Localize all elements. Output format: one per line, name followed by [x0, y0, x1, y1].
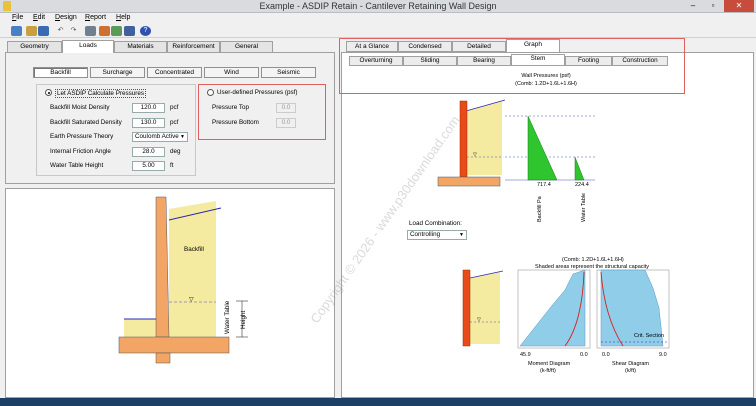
moment-diagram-unit: (k-ft/ft): [540, 368, 556, 374]
menu-report[interactable]: Report: [85, 14, 106, 21]
lower-backfill-area: [470, 272, 500, 344]
shear-diagram-title: Shear Diagram: [612, 361, 649, 367]
user-pressure-label[interactable]: User-defined Pressures (psf): [217, 89, 298, 96]
friction-angle-input[interactable]: 28.0: [132, 147, 165, 157]
window-title: Example - ASDIP Retain - Cantilever Reta…: [259, 1, 497, 11]
sat-density-unit: pcf: [170, 119, 179, 126]
open-icon[interactable]: [26, 26, 37, 36]
pressure-bottom-input[interactable]: 0.0: [276, 118, 296, 128]
calc-pressures-radio[interactable]: [45, 89, 52, 96]
tab-reinforcement[interactable]: Reinforcement: [167, 41, 220, 52]
load-combination-value: Controlling: [410, 231, 441, 238]
subtab-wind[interactable]: Wind: [204, 67, 259, 78]
footing-sketch: [118, 336, 230, 354]
moist-density-label: Backfill Moist Density: [50, 104, 110, 111]
tab-geometry[interactable]: Geometry: [7, 41, 62, 52]
taskbar: [0, 398, 756, 406]
water-table-input[interactable]: 5.00: [132, 161, 165, 171]
pressure-graph-comb: (Comb: 1.2D+1.6L+1.6H): [515, 81, 577, 87]
moist-density-input[interactable]: 120.0: [132, 103, 165, 113]
shear-left-value: 0.0: [602, 352, 610, 358]
redo-icon[interactable]: ↷: [68, 26, 79, 36]
sat-density-input[interactable]: 130.0: [132, 118, 165, 128]
calc-pressures-label[interactable]: Let ASDIP Calculate Pressures: [55, 89, 147, 98]
pressure-theory-value: Coulomb Active: [135, 133, 179, 140]
graph-backfill-area: [466, 101, 502, 175]
friction-angle-unit: deg: [170, 148, 181, 155]
pressure-theory-select[interactable]: Coulomb Active ▼: [132, 132, 188, 142]
sat-density-label: Backfill Saturated Density: [50, 119, 122, 126]
pressure-graph-title: Wall Pressures (psf): [521, 73, 571, 79]
lower-water-symbol: ▽: [477, 317, 481, 323]
key-sketch: [155, 352, 171, 364]
menu-edit[interactable]: Edit: [33, 14, 45, 21]
water-table-symbol: ▽: [189, 297, 194, 303]
chevron-down-icon: ▼: [180, 134, 185, 140]
help-icon[interactable]: ?: [140, 26, 151, 36]
subtab-seismic[interactable]: Seismic: [261, 67, 316, 78]
wall-sketch-panel: ▽ Backfill Water Table Height: [5, 188, 335, 398]
water-pressure-name: Water Table: [581, 192, 587, 222]
graph-footing: [437, 176, 501, 187]
water-pressure-value: 224.4: [575, 182, 589, 188]
report-icon[interactable]: [111, 26, 122, 36]
new-icon[interactable]: [11, 26, 22, 36]
water-table-unit: ft: [170, 162, 174, 169]
wall-sketch: ▽: [118, 196, 248, 364]
stem-design-diagrams: ▽: [462, 269, 670, 349]
moment-diagram-title: Moment Diagram: [528, 361, 571, 367]
menu-bar: File Edit Design Report Help: [0, 13, 756, 25]
title-bar: Example - ASDIP Retain - Cantilever Reta…: [0, 0, 756, 13]
lower-stem: [462, 269, 471, 347]
pressure-top-input[interactable]: 0.0: [276, 103, 296, 113]
backfill-area: [169, 201, 216, 337]
graph-water-symbol: ▽: [473, 152, 477, 158]
toe-soil: [124, 319, 156, 337]
preview-icon[interactable]: [99, 26, 110, 36]
save-icon[interactable]: [38, 26, 49, 36]
settings-icon[interactable]: [124, 26, 135, 36]
crit-section-label: Crit. Section: [634, 333, 664, 339]
shear-right-value: 9.0: [659, 352, 667, 358]
load-combination-select[interactable]: Controlling ▼: [407, 230, 467, 240]
undo-icon[interactable]: ↶: [55, 26, 66, 36]
moment-left-value: 45.9: [520, 352, 531, 358]
chevron-down-icon: ▼: [459, 232, 464, 238]
tab-loads[interactable]: Loads: [62, 40, 114, 53]
graph-stem: [459, 100, 468, 178]
diagram-comb: (Comb: 1.2D+1.6L+1.6H): [562, 257, 624, 263]
sketch-water-label: Water Table: [224, 300, 231, 334]
tab-general[interactable]: General: [220, 41, 273, 52]
backfill-pressure-name: Backfill Pa: [537, 196, 543, 222]
subtab-surcharge[interactable]: Surcharge: [90, 67, 145, 78]
moment-right-value: 0.0: [580, 352, 588, 358]
shear-diagram-unit: (k/ft): [625, 368, 636, 374]
close-button[interactable]: ✕: [724, 0, 754, 12]
friction-angle-label: Internal Friction Angle: [50, 148, 111, 155]
user-pressure-radio[interactable]: [207, 89, 214, 96]
stem-sketch: [155, 196, 170, 338]
print-icon[interactable]: [85, 26, 96, 36]
pressure-top-label: Pressure Top: [212, 104, 249, 111]
maximize-button[interactable]: ▫: [703, 0, 723, 12]
toolbar: ↶ ↷ ?: [0, 25, 756, 38]
moist-density-unit: pcf: [170, 104, 179, 111]
tab-materials[interactable]: Materials: [114, 41, 167, 52]
load-combination-label: Load Combination:: [409, 220, 462, 227]
menu-file[interactable]: File: [12, 14, 23, 21]
water-table-label: Water Table Height: [50, 162, 104, 169]
pressure-bottom-label: Pressure Bottom: [212, 119, 259, 126]
sketch-backfill-label: Backfill: [184, 246, 204, 253]
pressure-theory-label: Earth Pressure Theory: [50, 133, 114, 140]
menu-help[interactable]: Help: [116, 14, 130, 21]
water-pressure-triangle: [574, 156, 585, 181]
subtab-concentrated[interactable]: Concentrated: [147, 67, 202, 78]
moment-capacity-area: [519, 269, 586, 347]
backfill-pressure-value: 717.4: [537, 182, 551, 188]
backfill-pressure-triangle: [527, 115, 558, 181]
subtab-backfill[interactable]: Backfill: [33, 67, 88, 78]
menu-design[interactable]: Design: [55, 14, 77, 21]
sketch-height-label: Height: [240, 310, 247, 329]
minimize-button[interactable]: –: [683, 0, 703, 12]
